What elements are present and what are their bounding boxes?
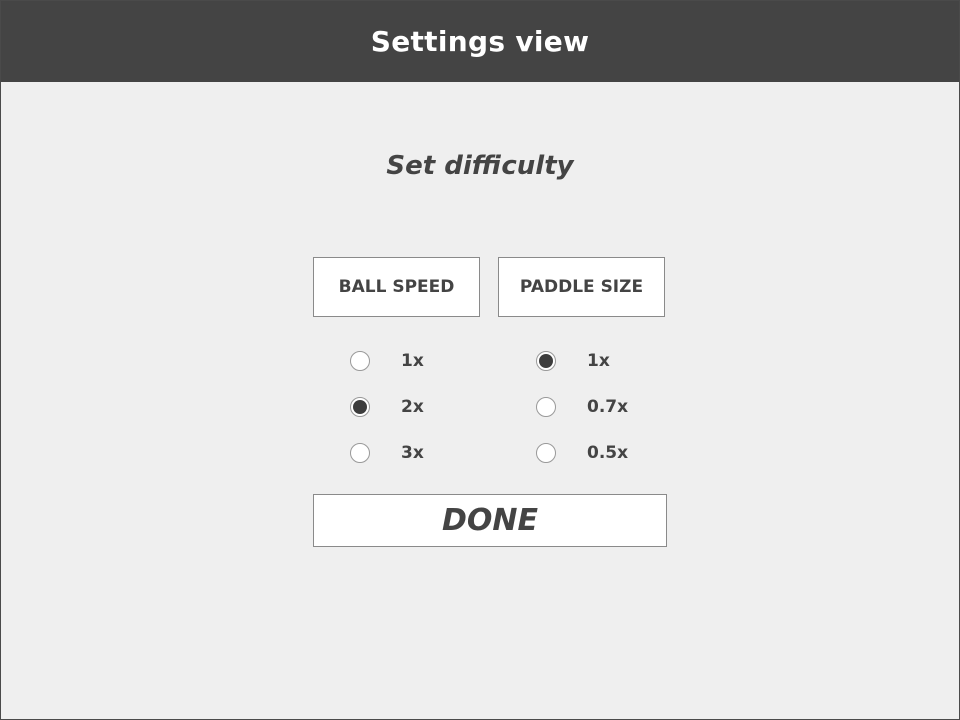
ball-speed-button[interactable]: BALL SPEED [313, 257, 480, 317]
settings-screen: Settings view Set difficulty BALL SPEED … [0, 0, 960, 720]
radio-button[interactable] [536, 351, 556, 371]
paddle-size-button[interactable]: PADDLE SIZE [498, 257, 665, 317]
paddle-size-option-0-5x[interactable]: 0.5x [536, 442, 628, 464]
done-button[interactable]: DONE [313, 494, 667, 547]
paddle-size-option-0-7x[interactable]: 0.7x [536, 396, 628, 418]
ball-speed-option-1x[interactable]: 1x [350, 350, 424, 372]
radio-button[interactable] [536, 397, 556, 417]
paddle-size-option-label: 0.5x [587, 443, 629, 463]
ball-speed-option-label: 1x [401, 351, 424, 371]
ball-speed-option-label: 2x [401, 397, 424, 417]
radio-button[interactable] [350, 397, 370, 417]
ball-speed-option-2x[interactable]: 2x [350, 396, 424, 418]
paddle-size-option-label: 0.7x [587, 397, 629, 417]
header-bar: Settings view [1, 1, 959, 82]
paddle-size-option-1x[interactable]: 1x [536, 350, 610, 372]
radio-selected-dot [539, 354, 553, 368]
ball-speed-option-3x[interactable]: 3x [350, 442, 424, 464]
radio-button[interactable] [350, 351, 370, 371]
page-title: Settings view [370, 25, 590, 58]
ball-speed-option-label: 3x [401, 443, 424, 463]
paddle-size-option-label: 1x [587, 351, 610, 371]
section-title: Set difficulty [386, 151, 574, 181]
radio-selected-dot [353, 400, 367, 414]
radio-button[interactable] [350, 443, 370, 463]
radio-button[interactable] [536, 443, 556, 463]
